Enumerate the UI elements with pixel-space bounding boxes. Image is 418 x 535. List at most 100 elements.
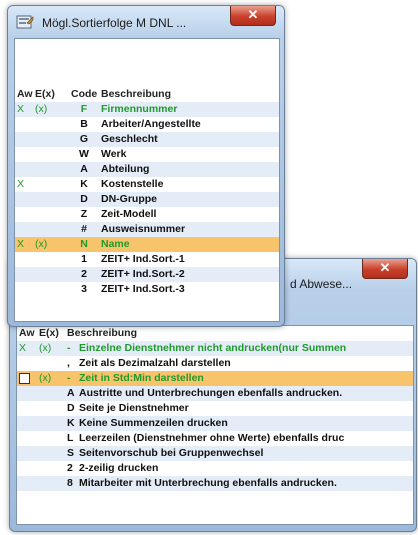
column-header-code[interactable]: Code — [69, 87, 99, 102]
sort-ex[interactable] — [33, 147, 69, 162]
column-header-desc[interactable]: Beschreibung — [99, 87, 279, 102]
sort-code: 1 — [81, 253, 87, 265]
option-row[interactable]: S Seitenvorschub bei Gruppenwechsel — [17, 446, 414, 461]
column-header-aw[interactable]: Aw — [17, 326, 37, 341]
option-ex[interactable]: (x) — [37, 341, 65, 356]
sort-aw[interactable] — [15, 162, 33, 177]
sort-aw[interactable] — [15, 267, 33, 282]
sort-aw[interactable] — [15, 117, 33, 132]
sort-row[interactable]: B Arbeiter/Angestellte — [15, 117, 279, 132]
options-window-close-button[interactable]: ✕ — [362, 259, 408, 279]
sort-aw[interactable]: X — [15, 102, 33, 117]
sort-order-window[interactable]: Mögl.Sortierfolge M DNL ... ✕ Aw E(x) Co… — [7, 5, 285, 327]
option-ex[interactable] — [37, 356, 65, 371]
sort-row[interactable]: D DN-Gruppe — [15, 192, 279, 207]
sort-row[interactable]: 3 ZEIT+ Ind.Sort.-3 — [15, 282, 279, 297]
sort-row[interactable]: X (x) F Firmennummer — [15, 102, 279, 117]
option-ex[interactable] — [37, 431, 65, 446]
column-header-ex[interactable]: E(x) — [33, 87, 69, 102]
option-row[interactable]: 8 Mitarbeiter mit Unterbrechung ebenfall… — [17, 476, 414, 491]
option-aw[interactable] — [17, 431, 37, 446]
option-ex[interactable] — [37, 461, 65, 476]
option-row[interactable]: D Seite je Dienstnehmer — [17, 401, 413, 416]
sort-aw[interactable] — [15, 222, 33, 237]
sort-row[interactable]: Z Zeit-Modell — [15, 207, 279, 222]
sort-row[interactable]: X K Kostenstelle — [15, 177, 279, 192]
option-code: 8 — [65, 476, 77, 491]
sort-aw[interactable] — [15, 132, 33, 147]
sort-order-window-titlebar[interactable]: Mögl.Sortierfolge M DNL ... ✕ — [8, 6, 284, 38]
toolbar-area — [15, 39, 279, 91]
option-ex[interactable]: (x) — [37, 371, 65, 386]
option-row[interactable]: L Leerzeilen (Dienstnehmer ohne Werte) e… — [17, 431, 413, 446]
sort-ex[interactable]: (x) — [33, 237, 69, 252]
sort-row-selected[interactable]: X (x) N Name — [15, 237, 279, 252]
option-code: K — [65, 416, 77, 431]
option-aw[interactable] — [17, 371, 37, 386]
column-header-aw[interactable]: Aw — [15, 87, 33, 102]
option-ex[interactable] — [37, 401, 65, 416]
sort-ex[interactable] — [33, 132, 69, 147]
sort-code: F — [69, 102, 99, 117]
sort-ex[interactable] — [33, 177, 69, 192]
sort-ex[interactable] — [33, 162, 69, 177]
option-desc: Keine Summenzeilen drucken — [77, 416, 414, 431]
sort-aw[interactable] — [15, 147, 33, 162]
options-window-client: Aw E(x) Beschreibung X (x) - Einzelne Di… — [16, 325, 414, 525]
sort-ex[interactable] — [33, 222, 69, 237]
sort-row[interactable]: A Abteilung — [15, 162, 279, 177]
option-code: - — [65, 341, 77, 356]
option-ex[interactable] — [37, 476, 65, 491]
sort-desc: Zeit-Modell — [101, 208, 157, 220]
option-row-selected[interactable]: (x) - Zeit in Std:Min darstellen — [17, 371, 414, 386]
option-row[interactable]: K Keine Summenzeilen drucken — [17, 416, 414, 431]
option-row[interactable]: , Zeit als Dezimalzahl darstellen — [17, 356, 413, 371]
column-header-desc[interactable]: Beschreibung — [65, 326, 414, 341]
sort-aw[interactable] — [15, 192, 33, 207]
sort-order-window-client: Aw E(x) Code Beschreibung X (x) F Firmen… — [14, 38, 280, 322]
option-checkbox[interactable] — [19, 372, 30, 384]
option-code: - — [65, 371, 77, 386]
sort-ex[interactable]: (x) — [33, 102, 69, 117]
sort-ex[interactable] — [33, 117, 69, 132]
option-ex[interactable] — [37, 446, 65, 461]
sort-aw[interactable]: X — [15, 237, 33, 252]
sort-aw[interactable]: X — [15, 177, 33, 192]
sort-desc: Geschlecht — [99, 132, 279, 147]
sort-row[interactable]: 1 ZEIT+ Ind.Sort.-1 — [15, 252, 279, 267]
sort-aw[interactable] — [15, 252, 33, 267]
sort-code: W — [79, 148, 89, 160]
sort-ex[interactable] — [33, 252, 69, 267]
sort-ex[interactable] — [33, 267, 69, 282]
option-code: D — [67, 402, 75, 414]
option-desc: Seite je Dienstnehmer — [79, 402, 189, 414]
options-table-header: Aw E(x) Beschreibung — [17, 326, 414, 341]
option-row[interactable]: X (x) - Einzelne Dienstnehmer nicht andr… — [17, 341, 414, 356]
sort-order-window-close-button[interactable]: ✕ — [230, 6, 276, 26]
sort-aw[interactable] — [15, 282, 33, 297]
option-aw[interactable] — [17, 401, 37, 416]
option-aw[interactable]: X — [17, 341, 37, 356]
option-row[interactable]: 2 2-zeilig drucken — [17, 461, 413, 476]
option-aw[interactable] — [17, 386, 37, 401]
option-aw[interactable] — [17, 356, 37, 371]
sort-row[interactable]: W Werk — [15, 147, 279, 162]
sort-aw[interactable] — [15, 207, 33, 222]
sort-row[interactable]: 2 ZEIT+ Ind.Sort.-2 — [15, 267, 279, 282]
sort-row[interactable]: G Geschlecht — [15, 132, 279, 147]
option-aw[interactable] — [17, 446, 37, 461]
sort-ex[interactable] — [33, 192, 69, 207]
option-aw[interactable] — [17, 416, 37, 431]
option-ex[interactable] — [37, 386, 65, 401]
option-ex[interactable] — [37, 416, 65, 431]
sort-row[interactable]: # Ausweisnummer — [15, 222, 279, 237]
option-row[interactable]: A Austritte und Unterbrechungen ebenfall… — [17, 386, 414, 401]
column-header-ex[interactable]: E(x) — [37, 326, 65, 341]
option-aw[interactable] — [17, 476, 37, 491]
sort-ex[interactable] — [33, 207, 69, 222]
sort-code: 3 — [81, 283, 87, 295]
sort-code: N — [69, 237, 99, 252]
sort-ex[interactable] — [33, 282, 69, 297]
option-aw[interactable] — [17, 461, 37, 476]
option-desc: Mitarbeiter mit Unterbrechung ebenfalls … — [77, 476, 414, 491]
